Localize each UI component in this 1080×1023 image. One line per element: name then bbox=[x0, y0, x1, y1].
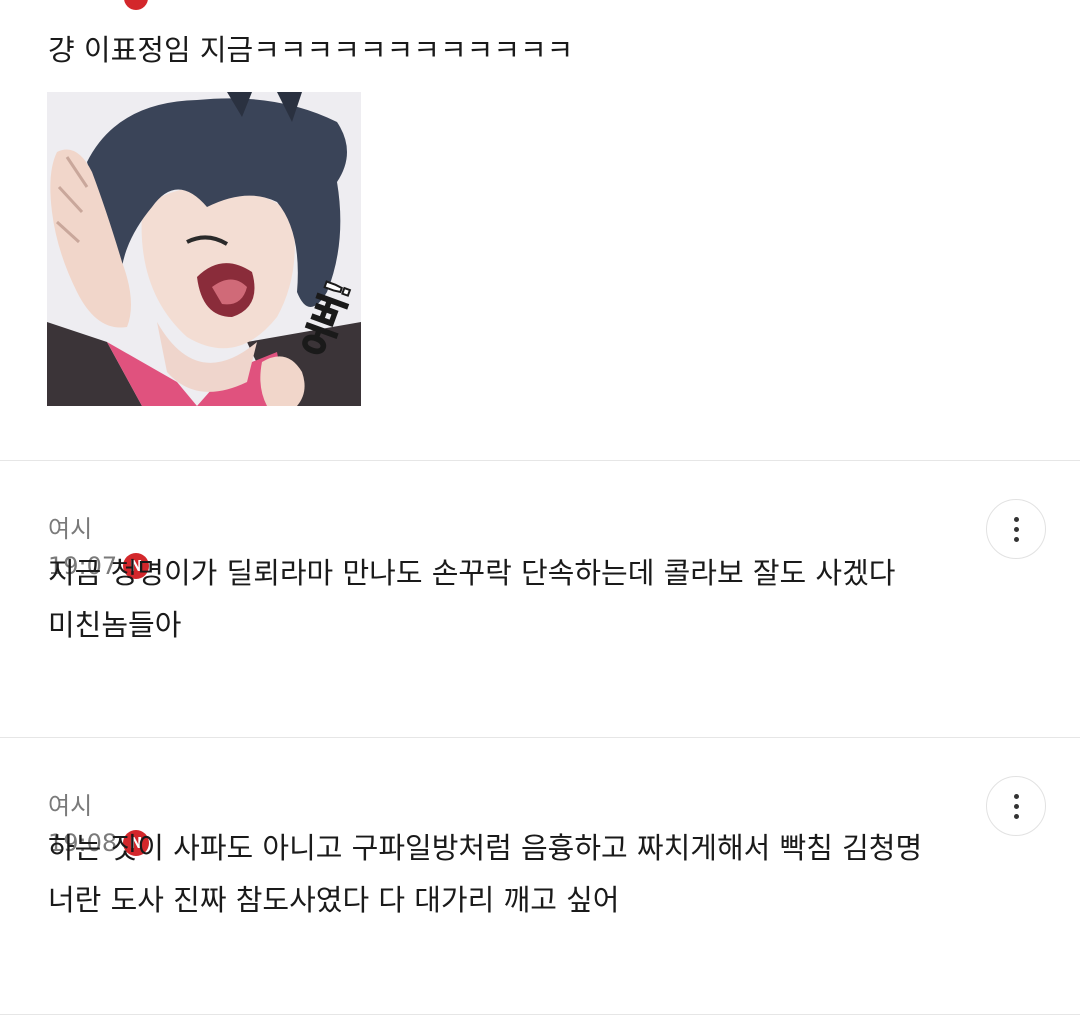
comment-text-line: 미친놈들아 bbox=[48, 608, 182, 642]
comment-text-line: 하는 짓이 사파도 아니고 구파일방처럼 음흉하고 짜치게해서 빡침 김청명 bbox=[48, 831, 923, 865]
more-options-button[interactable] bbox=[986, 776, 1046, 836]
comment-author[interactable]: 여시 bbox=[48, 786, 92, 821]
comment-text: 하는 짓이 사파도 아니고 구파일방처럼 음흉하고 짜치게해서 빡침 김청명 너… bbox=[48, 822, 922, 926]
comment-text: 지금 청명이가 딜뢰라마 만나도 손꾸락 단속하는데 콜라보 잘도 사겠다 미친… bbox=[48, 547, 895, 651]
comment-item: 여시 19:08 N 하는 짓이 사파도 아니고 구파일방처럼 음흉하고 짜치게… bbox=[0, 738, 1080, 1014]
comment-item: 걍 이표정임 지금ㅋㅋㅋㅋㅋㅋㅋㅋㅋㅋㅋㅋ 어버! bbox=[0, 0, 1080, 460]
more-vertical-icon bbox=[1013, 793, 1019, 819]
more-vertical-icon bbox=[1013, 516, 1019, 542]
comment-text: 걍 이표정임 지금ㅋㅋㅋㅋㅋㅋㅋㅋㅋㅋㅋㅋ bbox=[48, 33, 574, 67]
more-options-button[interactable] bbox=[986, 499, 1046, 559]
comment-item: 여시 19:07 N 지금 청명이가 딜뢰라마 만나도 손꾸락 단속하는데 콜라… bbox=[0, 461, 1080, 737]
comment-sticker-image[interactable]: 어버! bbox=[47, 92, 361, 406]
comment-text-line: 너란 도사 진짜 참도사였다 다 대가리 깨고 싶어 bbox=[48, 883, 620, 917]
divider bbox=[0, 1014, 1080, 1015]
comment-text-line: 지금 청명이가 딜뢰라마 만나도 손꾸락 단속하는데 콜라보 잘도 사겠다 bbox=[48, 556, 896, 590]
comment-author[interactable]: 여시 bbox=[48, 509, 92, 544]
